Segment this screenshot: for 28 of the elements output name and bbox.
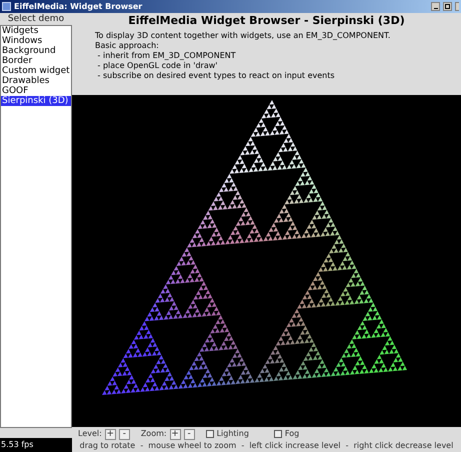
sidebar-label: Select demo [6,14,66,24]
maximize-icon[interactable] [443,2,452,11]
demo-list-item[interactable]: Custom widget [1,66,71,76]
minimize-icon[interactable] [431,2,440,11]
demo-list-item[interactable]: GOOF [1,86,71,96]
demo-list-item[interactable]: Sierpinski (3D) [1,96,71,106]
demo-list-item[interactable]: Border [1,56,71,66]
checkbox-label: Lighting [216,428,249,440]
plus-button[interactable]: + [104,428,116,440]
minus-button[interactable]: - [184,428,195,440]
demo-list-item[interactable]: Drawables [1,76,71,86]
plus-button[interactable]: + [170,428,181,440]
demo-list-item[interactable]: Windows [1,36,71,46]
description-text: To display 3D content together with widgets, use an EM_3D_COMPONENT. Basic approach: - inherit from EM_3D_COMPONENT - place OpenGL code in 'draw' - subscribe on desired event types to react on input events [94,31,392,82]
page-heading: EiffelMedia Widget Browser - Sierpinski (3D) [127,14,406,27]
level-label: Level: [78,428,102,440]
3d-canvas[interactable] [72,95,461,427]
minus-button[interactable]: - [118,428,130,440]
zoom-label: Zoom: [140,428,167,440]
checkbox[interactable] [206,430,214,438]
hint-text: drag to rotate - mouse wheel to zoom - left click increase level - right click decrease level [78,440,454,452]
window-title: EiffelMedia: Widget Browser [14,2,142,10]
demo-list-item[interactable]: Background [1,46,71,56]
checkbox[interactable] [274,430,282,438]
app-icon [2,2,11,11]
demo-list-item[interactable]: Widgets [1,26,71,36]
fps-counter: 5.53 fps [0,438,72,452]
checkbox-label: Fog [284,428,300,440]
